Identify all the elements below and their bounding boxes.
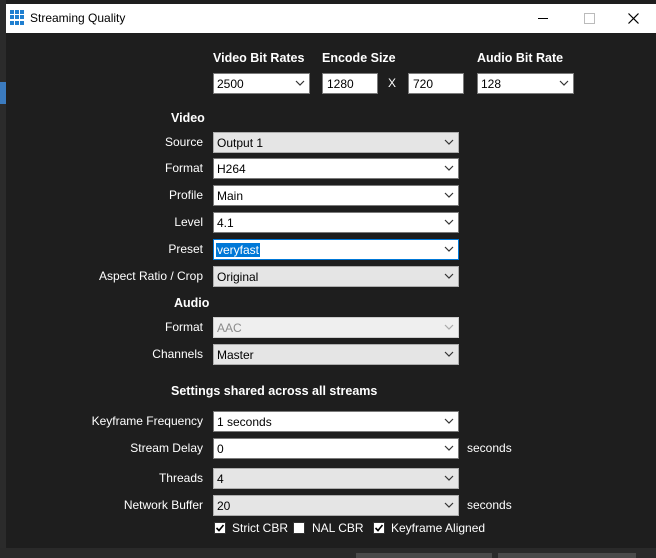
chevron-down-icon xyxy=(444,416,454,426)
source-value: Output 1 xyxy=(217,136,264,150)
stream-delay-unit: seconds xyxy=(467,441,512,455)
profile-label: Profile xyxy=(168,188,203,202)
aspect-ratio-value: Original xyxy=(217,270,259,284)
chevron-down-icon xyxy=(444,217,454,227)
chevron-down-icon xyxy=(444,473,454,483)
source-select[interactable]: Output 1 xyxy=(213,132,459,153)
threads-value: 4 xyxy=(217,472,224,486)
close-button[interactable] xyxy=(610,4,656,33)
maximize-button[interactable] xyxy=(566,4,612,33)
chevron-down-icon xyxy=(444,349,454,359)
video-bit-rates-heading: Video Bit Rates xyxy=(213,51,305,65)
streaming-quality-dialog: Streaming Quality Video Bit Rates Encode… xyxy=(6,4,656,548)
profile-value: Main xyxy=(217,189,244,203)
keyframe-frequency-value: 1 seconds xyxy=(217,415,272,429)
preset-select[interactable]: veryfast xyxy=(213,239,459,260)
network-buffer-value: 20 xyxy=(217,499,231,513)
aspect-ratio-select[interactable]: Original xyxy=(213,266,459,287)
stream-delay-value: 0 xyxy=(217,442,224,456)
audio-format-label: Format xyxy=(164,320,203,334)
window-title: Streaming Quality xyxy=(30,11,126,25)
video-bit-rate-select[interactable]: 2500 xyxy=(213,73,310,94)
background-cancel-button[interactable] xyxy=(498,553,636,558)
stream-delay-label: Stream Delay xyxy=(130,441,203,455)
chevron-down-icon xyxy=(444,137,454,147)
close-icon xyxy=(627,13,639,24)
keyframe-frequency-select[interactable]: 1 seconds xyxy=(213,411,459,432)
shared-settings-heading: Settings shared across all streams xyxy=(171,384,378,398)
network-buffer-label: Network Buffer xyxy=(123,498,203,512)
stream-delay-select[interactable]: 0 xyxy=(213,438,459,459)
level-value: 4.1 xyxy=(217,216,234,230)
checkmark-icon xyxy=(374,524,384,532)
audio-format-value: AAC xyxy=(217,321,242,335)
keyframe-aligned-checkbox[interactable] xyxy=(373,522,385,534)
strict-cbr-checkbox[interactable] xyxy=(214,522,226,534)
encode-width-value: 1280 xyxy=(327,77,354,91)
chevron-down-icon xyxy=(295,78,305,88)
chevron-down-icon xyxy=(444,163,454,173)
video-format-select[interactable]: H264 xyxy=(213,158,459,179)
chevron-down-icon xyxy=(444,271,454,281)
background-ok-button[interactable] xyxy=(356,553,492,558)
chevron-down-icon xyxy=(444,443,454,453)
level-label: Level xyxy=(174,215,203,229)
keyframe-frequency-label: Keyframe Frequency xyxy=(91,414,203,428)
channels-label: Channels xyxy=(152,347,203,361)
encode-width-field[interactable]: 1280 xyxy=(322,73,378,94)
preset-value: veryfast xyxy=(216,243,261,257)
audio-format-select: AAC xyxy=(213,317,459,338)
level-select[interactable]: 4.1 xyxy=(213,212,459,233)
channels-value: Master xyxy=(217,348,254,362)
nal-cbr-checkbox[interactable] xyxy=(293,522,305,534)
title-bar[interactable]: Streaming Quality xyxy=(6,4,656,33)
profile-select[interactable]: Main xyxy=(213,185,459,206)
threads-label: Threads xyxy=(158,471,203,485)
checkmark-icon xyxy=(215,524,225,532)
audio-bit-rate-select[interactable]: 128 xyxy=(477,73,574,94)
encode-height-value: 720 xyxy=(413,77,434,91)
network-buffer-unit: seconds xyxy=(467,498,512,512)
audio-bit-rate-value: 128 xyxy=(481,77,502,91)
video-format-value: H264 xyxy=(217,162,246,176)
encode-size-separator: X xyxy=(388,76,397,90)
channels-select[interactable]: Master xyxy=(213,344,459,365)
nal-cbr-label: NAL CBR xyxy=(312,521,364,535)
maximize-icon xyxy=(583,13,595,24)
video-section-heading: Video xyxy=(171,111,205,125)
strict-cbr-label: Strict CBR xyxy=(232,521,289,535)
chevron-down-icon xyxy=(444,244,454,254)
aspect-ratio-label: Aspect Ratio / Crop xyxy=(98,269,203,283)
minimize-icon xyxy=(538,18,548,19)
chevron-down-icon xyxy=(444,322,454,332)
network-buffer-select[interactable]: 20 xyxy=(213,495,459,516)
threads-select[interactable]: 4 xyxy=(213,468,459,489)
encode-size-heading: Encode Size xyxy=(322,51,396,65)
chevron-down-icon xyxy=(444,500,454,510)
preset-label: Preset xyxy=(168,242,203,256)
minimize-button[interactable] xyxy=(520,4,566,33)
chevron-down-icon xyxy=(444,190,454,200)
audio-section-heading: Audio xyxy=(174,296,210,310)
chevron-down-icon xyxy=(559,78,569,88)
audio-bit-rate-heading: Audio Bit Rate xyxy=(477,51,564,65)
source-label: Source xyxy=(164,135,203,149)
encode-height-field[interactable]: 720 xyxy=(408,73,464,94)
video-format-label: Format xyxy=(164,161,203,175)
keyframe-aligned-label: Keyframe Aligned xyxy=(391,521,486,535)
grid-app-icon xyxy=(10,10,25,25)
video-bit-rate-value: 2500 xyxy=(217,77,244,91)
